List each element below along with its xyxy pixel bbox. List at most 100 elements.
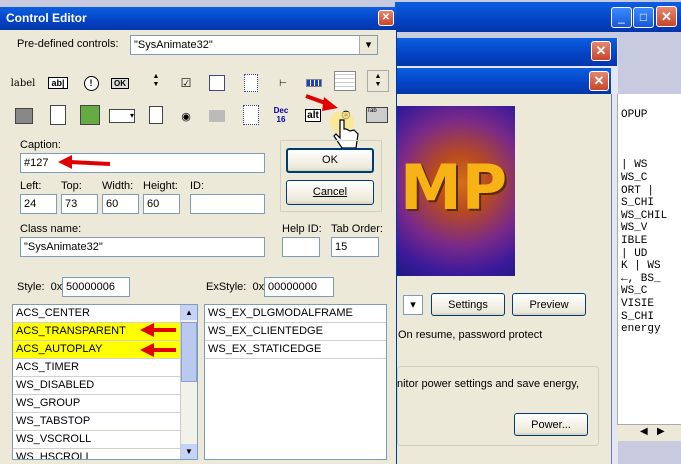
style-label-text: Style:	[17, 281, 45, 293]
top-input[interactable]: 73	[61, 194, 98, 214]
style-list-item[interactable]: WS_HSCROLL	[13, 449, 181, 459]
listbox-tool-icon[interactable]	[240, 72, 262, 94]
red-arrow-icon	[140, 343, 176, 357]
button-tool-icon[interactable]: OK	[108, 72, 132, 94]
settings-button[interactable]: Settings	[431, 293, 505, 316]
helpid-input[interactable]	[282, 237, 320, 257]
code-line: WS_V	[621, 222, 648, 235]
helpid-label: Help ID:	[282, 223, 322, 235]
height-label: Height:	[143, 180, 178, 192]
style-input[interactable]: 50000006	[62, 277, 130, 297]
style-list-item[interactable]: WS_TABSTOP	[13, 413, 181, 431]
checkbox-tool-icon[interactable]: ☑	[175, 72, 197, 94]
static-label-tool-icon[interactable]: label	[11, 72, 36, 94]
code-scrollbar[interactable]: ◀ ▶	[617, 424, 681, 441]
red-arrow-icon	[140, 323, 176, 337]
style-label: Style: 0x	[17, 281, 62, 293]
code-editor-strip: OPUP | WS WS_C ORT | S_CHI WS_CHIL WS_V IBLE | U…	[617, 94, 681, 424]
trackbar-tool-icon[interactable]: ⊢	[272, 72, 294, 94]
power-button[interactable]: Power...	[514, 413, 588, 436]
groupbox-tool-icon[interactable]	[206, 72, 228, 94]
code-line: VISIE	[621, 297, 655, 310]
height-input[interactable]: 60	[143, 194, 180, 214]
bg-window-2-titlebar	[395, 38, 617, 66]
taborder-label: Tab Order:	[331, 223, 383, 235]
scroll-thumb[interactable]	[181, 322, 197, 382]
code-line: S_CHI	[621, 310, 655, 323]
updown-tool-icon[interactable]: ▲ ▼	[367, 70, 389, 92]
code-line: | WS	[621, 159, 648, 172]
maximize-button[interactable]: □	[633, 7, 654, 28]
code-line: ←, BS_	[621, 272, 661, 285]
exstyle-listbox[interactable]: WS_EX_DLGMODALFRAME WS_EX_CLIENTEDGE WS_EX…	[204, 304, 387, 460]
left-label: Left:	[20, 180, 42, 192]
cancel-label: Cancel	[312, 186, 348, 198]
style-list-item[interactable]: ACS_TIMER	[13, 359, 181, 377]
style-list-scrollbar[interactable]: ▲ ▼	[180, 305, 197, 459]
width-input[interactable]: 60	[102, 194, 139, 214]
code-line: | UD	[621, 247, 648, 260]
style-list-item[interactable]: WS_GROUP	[13, 395, 181, 413]
predefined-controls-select[interactable]: "SysAnimate32" ▾	[130, 35, 378, 55]
code-line: WS_C	[621, 171, 648, 184]
scroll-down-icon[interactable]: ▼	[181, 444, 197, 459]
exstyle-list-item[interactable]: WS_EX_CLIENTEDGE	[205, 323, 386, 341]
listview-tool-icon[interactable]	[240, 104, 262, 126]
picture-tool-icon[interactable]	[79, 104, 101, 126]
exstyle-list-item[interactable]: WS_EX_STATICEDGE	[205, 341, 386, 359]
list-tool-icon[interactable]	[145, 104, 167, 126]
exstyle-label-text: ExStyle:	[206, 281, 247, 293]
classname-label: Class name:	[20, 223, 82, 235]
exstyle-label: ExStyle: 0x	[206, 281, 264, 293]
icon-tool-icon[interactable]: !	[80, 72, 102, 94]
dialog-close-button[interactable]: ✕	[378, 10, 394, 26]
code-line: OPUP	[621, 109, 648, 121]
code-line: energy	[621, 323, 661, 336]
bg-window-3-close-button[interactable]: ✕	[589, 71, 609, 91]
top-label: Top:	[61, 180, 82, 192]
tab-tool-icon[interactable]: Tab	[366, 104, 388, 126]
combobox-tool-icon[interactable]: ▾	[108, 105, 136, 127]
code-line: ORT |	[621, 184, 655, 197]
minimize-button[interactable]: _	[611, 7, 632, 28]
exstyle-prefix: 0x	[252, 281, 265, 293]
predefined-controls-label: Pre-defined controls:	[17, 38, 119, 50]
frame-tool-icon[interactable]	[206, 105, 228, 127]
spin-tool-icon[interactable]: ▲ ▼	[145, 70, 167, 92]
control-editor-titlebar: Control Editor	[0, 7, 397, 30]
screensaver-dropdown-arrow[interactable]: ▾	[403, 295, 423, 315]
richedit-tool-icon[interactable]	[47, 104, 69, 126]
cancel-button[interactable]: Cancel	[286, 180, 374, 205]
exstyle-input[interactable]: 00000000	[264, 277, 334, 297]
exstyle-list-item[interactable]: WS_EX_DLGMODALFRAME	[205, 305, 386, 323]
style-list-item[interactable]: WS_DISABLED	[13, 377, 181, 395]
style-prefix: 0x	[50, 281, 63, 293]
chevron-down-icon[interactable]: ▾	[359, 36, 377, 54]
id-input[interactable]	[190, 194, 265, 214]
code-line: S_CHI	[621, 197, 655, 210]
bg-close-button[interactable]: ✕	[656, 6, 677, 27]
hotkey-dec-tool-icon[interactable]: Dec 16	[270, 104, 292, 126]
bitmap-tool-icon[interactable]	[13, 105, 35, 127]
edit-box-tool-icon[interactable]: ab|	[47, 72, 69, 94]
width-label: Width:	[102, 180, 134, 192]
radio-tool-icon[interactable]: ◉	[175, 105, 197, 127]
ok-button[interactable]: OK	[286, 148, 374, 173]
scroll-up-icon[interactable]: ▲	[181, 305, 197, 320]
classname-input[interactable]: "SysAnimate32"	[20, 237, 265, 257]
predefined-controls-value: "SysAnimate32"	[134, 39, 213, 51]
code-line: IBLE	[621, 234, 648, 247]
taborder-input[interactable]: 15	[331, 237, 379, 257]
logo-text: MP	[400, 151, 508, 224]
monitor-power-text: nitor power settings and save energy,	[397, 378, 580, 390]
screensaver-preview: MP	[395, 106, 515, 276]
calendar-tool-icon[interactable]	[333, 70, 357, 92]
preview-button[interactable]: Preview	[512, 293, 586, 316]
code-line: WS_CHIL	[621, 209, 668, 222]
left-input[interactable]: 24	[20, 194, 57, 214]
bg-window-2-close-button[interactable]: ✕	[591, 41, 611, 61]
style-list-item[interactable]: WS_VSCROLL	[13, 431, 181, 449]
